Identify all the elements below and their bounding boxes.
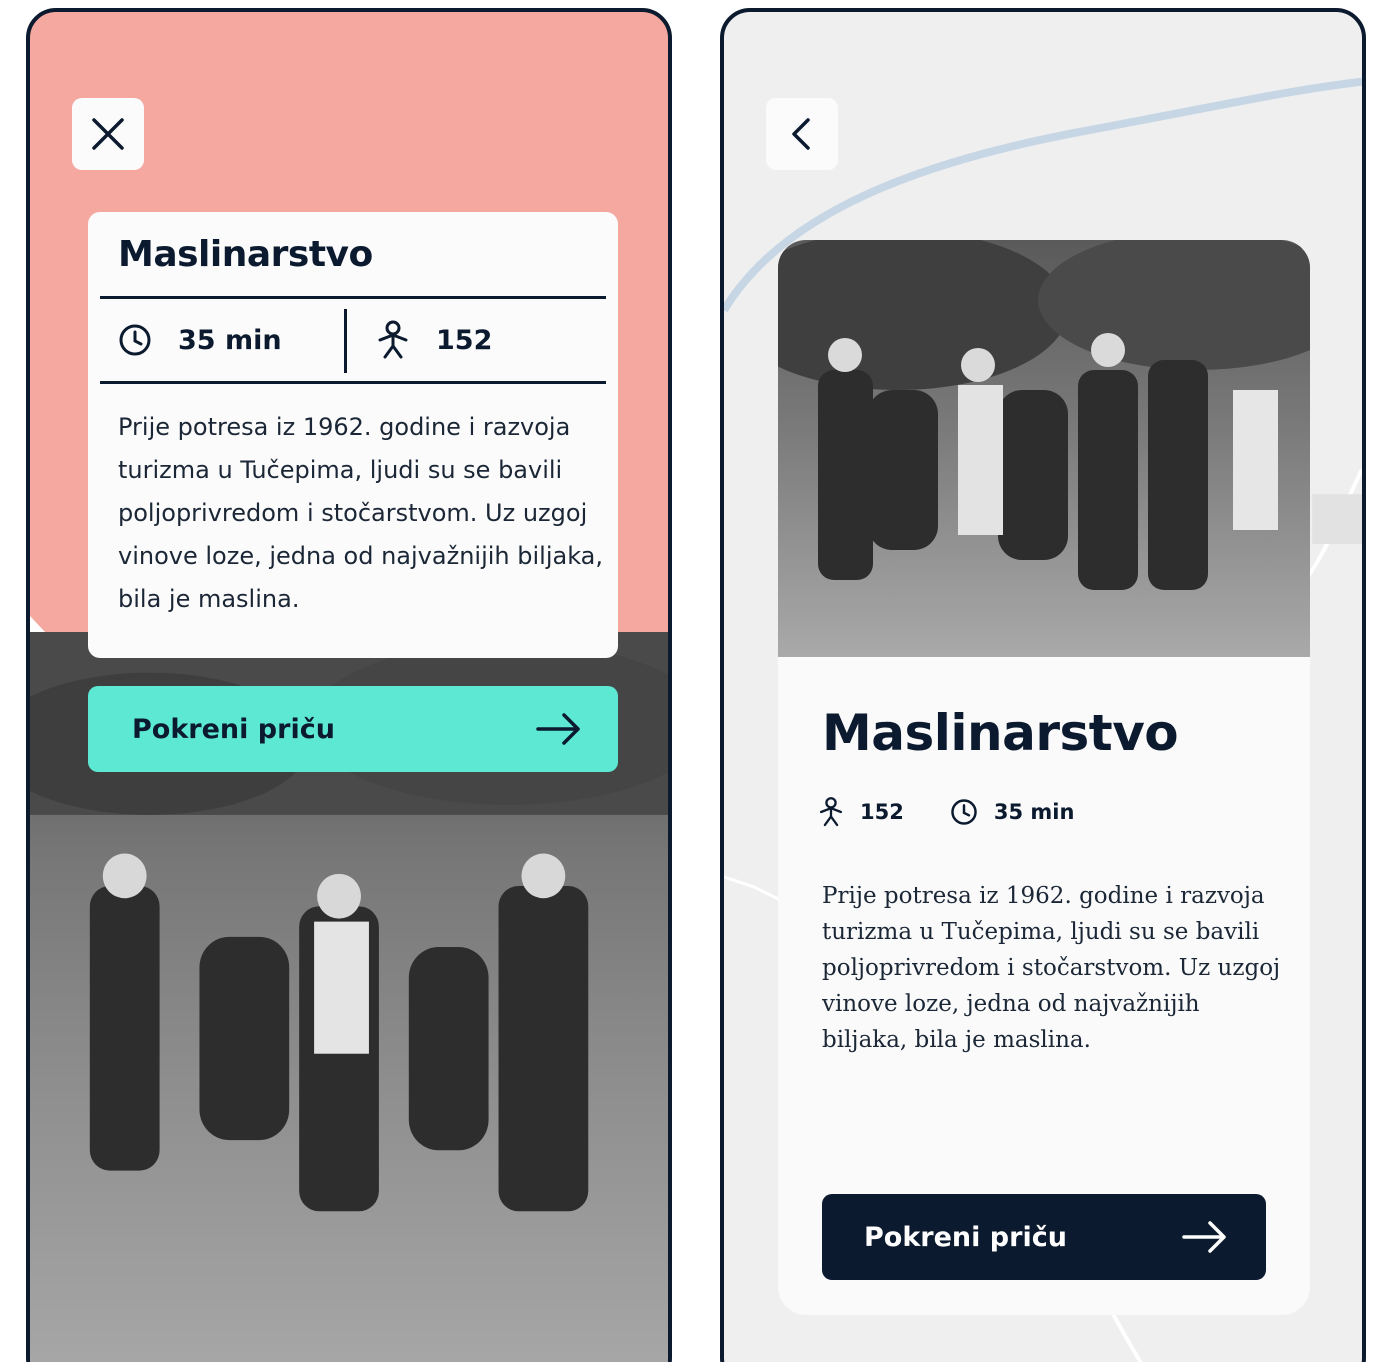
meta-divider <box>344 309 347 373</box>
visits-count: 152 <box>436 324 493 356</box>
arrow-right-icon <box>1182 1221 1226 1253</box>
duration-meta: 35 min <box>950 798 1075 826</box>
clock-icon <box>119 324 151 356</box>
story-title: Maslinarstvo <box>822 704 1179 762</box>
story-preview-screen: Maslinarstvo 35 min 152 Prije potresa iz… <box>26 8 672 1362</box>
arrow-right-icon <box>536 713 580 745</box>
story-description: Prije potresa iz 1962. godine i razvoja … <box>118 413 604 613</box>
start-story-label: Pokreni priču <box>864 1221 1067 1253</box>
person-icon <box>378 320 408 359</box>
visits-count: 152 <box>860 800 904 824</box>
story-card: Maslinarstvo 152 35 min Prije potresa iz… <box>778 240 1310 1315</box>
start-story-button[interactable]: Pokreni priču <box>822 1194 1266 1280</box>
duration-text: 35 min <box>178 324 282 356</box>
story-info-card: Maslinarstvo 35 min 152 Prije potresa iz… <box>88 212 618 658</box>
close-icon <box>92 118 124 150</box>
close-button[interactable] <box>72 98 144 170</box>
story-meta-row: 35 min 152 <box>100 296 606 384</box>
duration-text: 35 min <box>993 800 1075 824</box>
clock-icon <box>951 799 977 825</box>
chevron-left-icon <box>792 118 810 150</box>
start-story-button[interactable]: Pokreni priču <box>88 686 618 772</box>
story-description: Prije potresa iz 1962. godine i razvoja … <box>822 883 1281 1053</box>
visits-meta: 152 <box>376 299 492 381</box>
story-title: Maslinarstvo <box>118 234 373 275</box>
person-icon <box>819 797 843 827</box>
visits-meta: 152 <box>818 796 904 828</box>
story-meta-row: 152 35 min <box>818 796 1074 828</box>
start-story-label: Pokreni priču <box>132 713 335 745</box>
story-photo <box>778 240 1310 657</box>
back-button[interactable] <box>766 98 838 170</box>
duration-meta: 35 min <box>118 299 282 381</box>
story-detail-screen: Maslinarstvo 152 35 min Prije potresa iz… <box>720 8 1366 1362</box>
